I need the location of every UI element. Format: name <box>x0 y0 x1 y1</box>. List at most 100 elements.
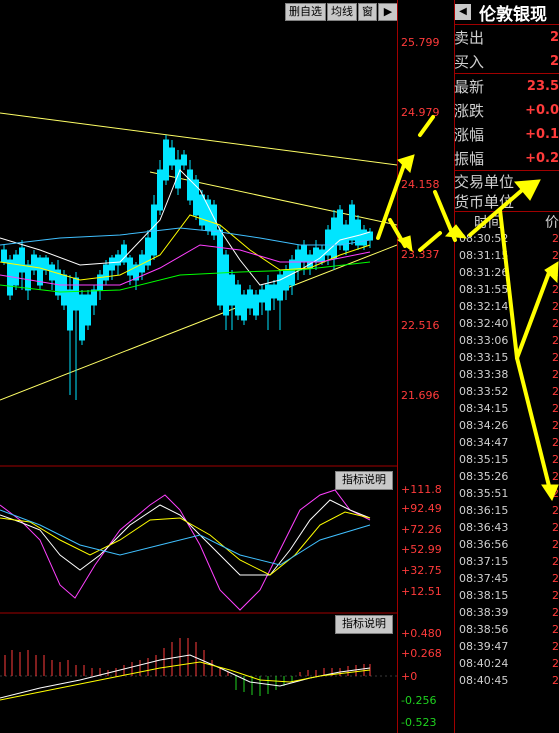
quote-label: 买入 <box>454 52 485 71</box>
candle-body <box>61 274 67 306</box>
tick-time: 08:40:45 <box>459 674 509 687</box>
candle-body <box>343 224 349 251</box>
candle-body <box>109 257 115 271</box>
candle-body <box>211 204 217 236</box>
tick-row: 08:31:55 2 <box>454 283 559 300</box>
tick-row: 08:38:39 2 <box>454 606 559 623</box>
candle-body <box>205 199 211 231</box>
price-tick: 24.979 <box>401 106 440 119</box>
candle-body <box>235 284 241 316</box>
candle-body <box>187 169 193 201</box>
candle-body <box>163 139 169 181</box>
tick-time: 08:37:15 <box>459 555 509 568</box>
tick-time: 08:37:45 <box>459 572 509 585</box>
quote-label: 涨幅 <box>454 125 485 144</box>
expand-arrow-icon[interactable]: ◀ <box>455 4 471 20</box>
candle-body <box>157 169 163 211</box>
chart-toolbar: 删自选 均线 窗 ▶ <box>285 3 399 21</box>
tick-price: 2 <box>552 317 559 330</box>
lower-trendline <box>0 244 397 401</box>
tick-price: 2 <box>552 249 559 262</box>
candle-body <box>253 294 259 316</box>
ticks-price-header: 价 <box>545 215 559 231</box>
tick-time: 08:39:47 <box>459 640 509 653</box>
price-tick: 23.337 <box>401 248 440 261</box>
tick-price: 2 <box>552 351 559 364</box>
tick-row: 08:36:15 2 <box>454 504 559 521</box>
quote-label: 涨跌 <box>454 101 485 120</box>
moving-average-button[interactable]: 均线 <box>327 3 357 21</box>
indicator1-tick: +111.8 <box>401 483 442 496</box>
tick-row: 08:34:26 2 <box>454 419 559 436</box>
tick-price: 2 <box>552 521 559 534</box>
macd-dea-line <box>0 661 371 701</box>
quote-row-pct: 涨幅 +0.1 <box>454 122 559 146</box>
collapse-arrow-icon[interactable]: ▶ <box>378 3 398 21</box>
tick-row: 08:31:15 2 <box>454 249 559 266</box>
quote-row-ask: 卖出 2 <box>454 25 559 49</box>
indicator1-tick: +32.75 <box>401 564 442 577</box>
tick-time: 08:36:15 <box>459 504 509 517</box>
candle-body <box>181 154 187 166</box>
candle-body <box>79 294 85 341</box>
candle-body <box>331 217 337 259</box>
tick-time: 08:33:15 <box>459 351 509 364</box>
tick-time: 08:34:47 <box>459 436 509 449</box>
candle-body <box>151 204 157 256</box>
tick-price: 2 <box>552 640 559 653</box>
candles <box>1 135 373 400</box>
tick-row: 08:37:45 2 <box>454 572 559 589</box>
indicator2-tick: +0.268 <box>401 647 442 660</box>
macd-indicator <box>0 638 371 701</box>
tick-time: 08:35:51 <box>459 487 509 500</box>
quote-value: 2 <box>549 29 559 45</box>
price-tick: 24.158 <box>401 178 440 191</box>
tick-time: 08:36:56 <box>459 538 509 551</box>
quote-value: +0.1 <box>525 126 559 142</box>
ticks-header: 时间 价 <box>454 212 559 232</box>
tick-list[interactable]: 08:30:52 2 08:31:15 2 08:31:26 2 08:31:55 2 08:3… <box>454 232 559 691</box>
window-button[interactable]: 窗 <box>358 3 377 21</box>
candle-body <box>241 294 247 321</box>
quote-value: 23.5 <box>526 78 559 94</box>
tick-time: 08:35:15 <box>459 453 509 466</box>
tick-row: 08:35:26 2 <box>454 470 559 487</box>
indicator1-tick: +92.49 <box>401 502 442 515</box>
candle-body <box>13 254 19 286</box>
indicator1-help-button[interactable]: 指标说明 <box>335 471 393 490</box>
tick-row: 08:32:14 2 <box>454 300 559 317</box>
tick-row: 08:33:15 2 <box>454 351 559 368</box>
tick-row: 08:40:45 2 <box>454 674 559 691</box>
tick-price: 2 <box>552 606 559 619</box>
indicator2-help-button[interactable]: 指标说明 <box>335 615 393 634</box>
quote-value: +0.2 <box>525 150 559 166</box>
trade-unit-label: 交易单位 <box>454 172 515 191</box>
ma60-line <box>0 227 371 246</box>
indicator1-tick: +72.26 <box>401 523 442 536</box>
tick-time: 08:33:38 <box>459 368 509 381</box>
tick-price: 2 <box>552 232 559 245</box>
tick-price: 2 <box>552 402 559 415</box>
remove-watchlist-button[interactable]: 删自选 <box>285 3 326 21</box>
candle-body <box>265 284 271 311</box>
candle-body <box>193 179 199 216</box>
tick-time: 08:34:26 <box>459 419 509 432</box>
stock-name: 伦敦银现 <box>479 4 547 25</box>
tick-price: 2 <box>552 487 559 500</box>
tick-row: 08:33:52 2 <box>454 385 559 402</box>
indicator2-tick: -0.523 <box>401 716 437 729</box>
candle-body <box>223 254 229 316</box>
tick-price: 2 <box>552 385 559 398</box>
price-tick: 25.799 <box>401 36 440 49</box>
tick-time: 08:31:15 <box>459 249 509 262</box>
tick-time: 08:38:39 <box>459 606 509 619</box>
tick-row: 08:38:15 2 <box>454 589 559 606</box>
tick-row: 08:31:26 2 <box>454 266 559 283</box>
tick-time: 08:34:15 <box>459 402 509 415</box>
tick-time: 08:33:52 <box>459 385 509 398</box>
tick-price: 2 <box>552 266 559 279</box>
tick-row: 08:33:38 2 <box>454 368 559 385</box>
candle-body <box>25 264 31 291</box>
tick-row: 08:34:15 2 <box>454 402 559 419</box>
candle-body <box>115 254 121 266</box>
